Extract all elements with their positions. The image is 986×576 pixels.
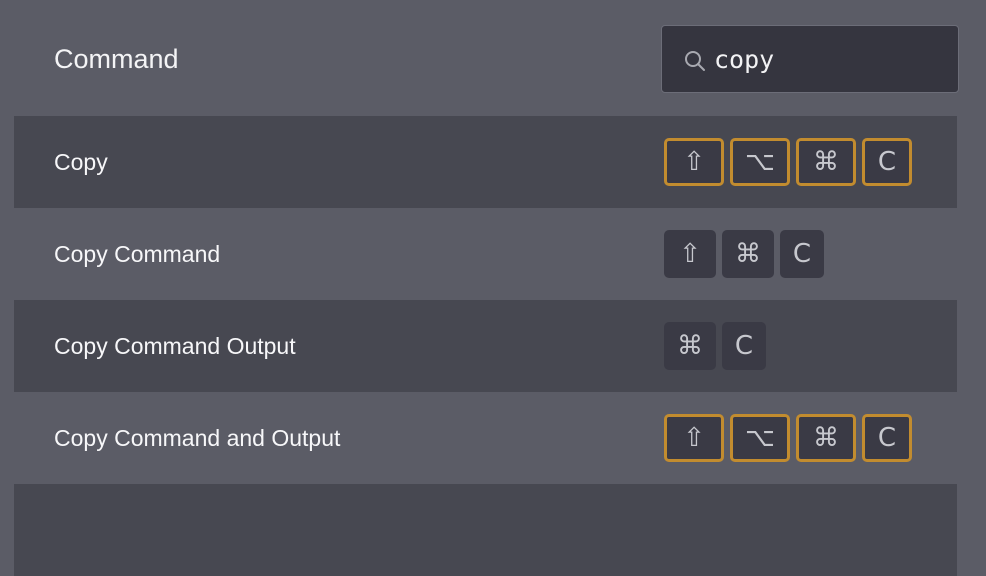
shortcut-keys[interactable]: ⌘ C [664,322,766,370]
letter-key: C [722,322,766,370]
shift-key-icon: ⇧ [664,414,724,462]
option-key-icon: ⌥ [730,138,790,186]
shift-key-icon: ⇧ [664,230,716,278]
keybindings-header: Command [0,0,986,116]
command-label: Copy Command [54,241,221,267]
shortcut-keys[interactable]: ⇧ ⌥ ⌘ C [664,138,912,186]
shortcut-keys[interactable]: ⇧ ⌥ ⌘ C [664,414,912,462]
option-key-icon: ⌥ [730,414,790,462]
command-row-copy-command-and-output[interactable]: Copy Command and Output ⇧ ⌥ ⌘ C [14,392,957,484]
letter-key: C [862,414,912,462]
letter-key: C [780,230,824,278]
command-label: Copy [54,149,108,175]
command-key-icon: ⌘ [664,322,716,370]
search-icon [685,51,705,71]
command-key-icon: ⌘ [722,230,774,278]
column-title-command: Command [54,44,179,74]
search-input[interactable] [714,39,944,79]
command-list: Copy ⇧ ⌥ ⌘ C Copy Command ⇧ ⌘ C Copy Com… [14,116,957,576]
command-row-copy-command-output[interactable]: Copy Command Output ⌘ C [14,300,957,392]
command-row-copy[interactable]: Copy ⇧ ⌥ ⌘ C [14,116,957,208]
command-row-next[interactable] [14,484,957,576]
command-row-copy-command[interactable]: Copy Command ⇧ ⌘ C [14,208,957,300]
search-box[interactable] [661,25,959,93]
shortcut-keys[interactable]: ⇧ ⌘ C [664,230,824,278]
command-key-icon: ⌘ [796,414,856,462]
shift-key-icon: ⇧ [664,138,724,186]
command-label: Copy Command and Output [54,425,341,451]
letter-key: C [862,138,912,186]
command-key-icon: ⌘ [796,138,856,186]
command-label: Copy Command Output [54,333,296,359]
